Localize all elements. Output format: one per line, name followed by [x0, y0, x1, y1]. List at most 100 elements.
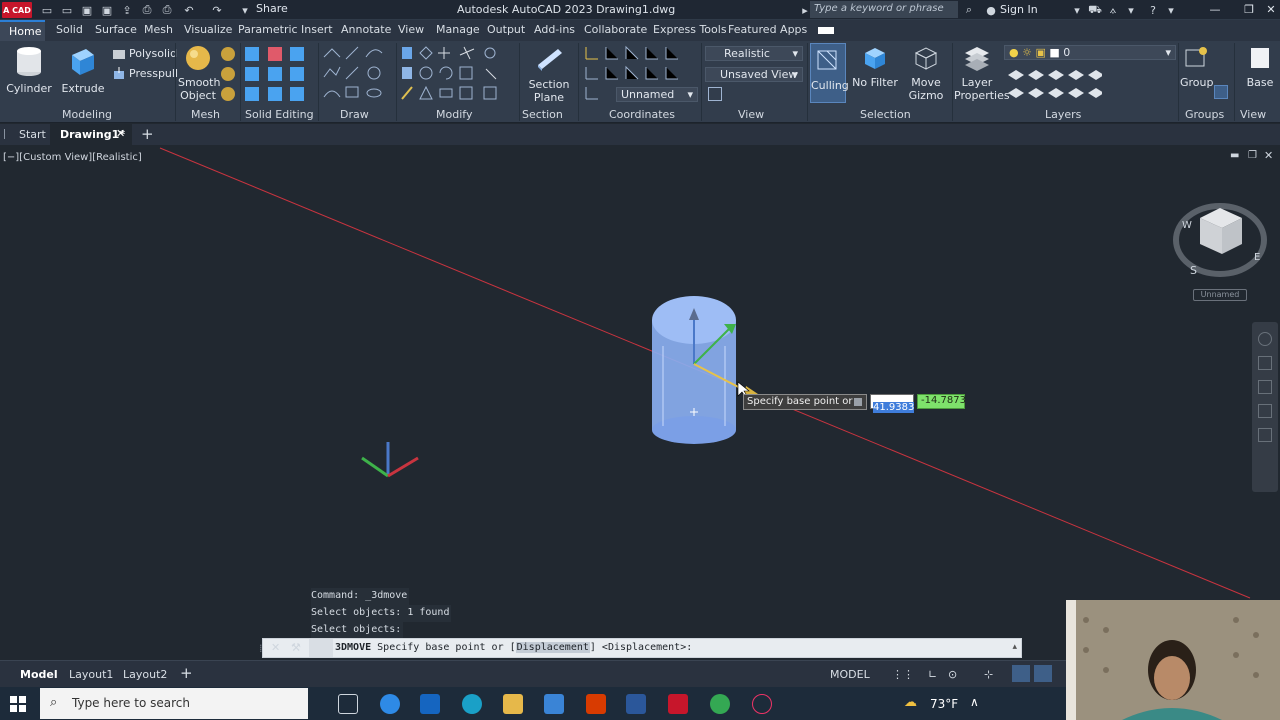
print-icon[interactable]: ⎙: [160, 2, 174, 18]
file-explorer-icon[interactable]: [503, 694, 523, 714]
named-view-dropdown[interactable]: Unsaved View ▾: [705, 67, 803, 82]
edge-icon[interactable]: [462, 694, 482, 714]
layer-tools-icons[interactable]: [1006, 67, 1102, 103]
tab-layout2[interactable]: Layout2: [123, 668, 167, 681]
smooth-object-button[interactable]: Smooth Object: [178, 45, 220, 102]
tab-layout1[interactable]: Layout1: [69, 668, 113, 681]
customize-qat-icon[interactable]: ▾: [238, 2, 252, 18]
save-icon[interactable]: ▣: [80, 2, 94, 18]
ucs-named-dropdown[interactable]: Unnamed ▾: [616, 87, 698, 102]
tab-view[interactable]: View: [398, 23, 424, 36]
command-expand-icon[interactable]: ▴: [1012, 642, 1017, 652]
draw-tools-icons[interactable]: [322, 45, 394, 105]
new-icon[interactable]: ▭: [40, 2, 54, 18]
minimize-icon[interactable]: —: [1206, 1, 1224, 18]
tab-collaborate[interactable]: Collaborate: [584, 23, 647, 36]
presspull-icon[interactable]: [112, 67, 126, 81]
tab-parametric[interactable]: Parametric: [238, 23, 298, 36]
layer-properties-button[interactable]: Layer Properties: [954, 45, 1010, 102]
extract-edges-icon[interactable]: [290, 67, 304, 81]
coordinates-panel-label[interactable]: Coordinates: [609, 108, 675, 121]
culling-button[interactable]: Culling: [810, 43, 849, 103]
group-select-icon[interactable]: [1214, 85, 1228, 99]
navigation-bar[interactable]: [1252, 322, 1278, 492]
redo-icon[interactable]: ↷: [210, 2, 224, 18]
command-prompt[interactable]: 3DMOVE Specify base point or [Displaceme…: [335, 642, 692, 653]
section-plane-button[interactable]: Section Plane: [524, 45, 574, 104]
polar-icon[interactable]: ⊙: [948, 668, 957, 681]
layer-dropdown[interactable]: ● ☼ ▣ ■ 0 ▾: [1004, 45, 1176, 60]
group-button[interactable]: Group: [1180, 45, 1214, 89]
model-space-button[interactable]: MODEL: [830, 668, 870, 681]
tab-model[interactable]: Model: [20, 668, 58, 681]
tab-home[interactable]: Home: [0, 20, 45, 41]
help-search-input[interactable]: Type a keyword or phrase: [810, 1, 958, 18]
mesh-crease-icon[interactable]: [221, 87, 235, 101]
drawing-viewport[interactable]: [−][Custom View][Realistic] ▬ ❐ ✕ S E W …: [0, 146, 1280, 660]
base-view-button[interactable]: Base: [1240, 45, 1280, 89]
close-icon[interactable]: ✕: [1262, 1, 1280, 18]
command-grip-icon[interactable]: ⁞: [259, 642, 263, 655]
view-panel-label-2[interactable]: View: [1240, 108, 1266, 121]
restore-icon[interactable]: ❐: [1240, 1, 1258, 18]
plot-icon[interactable]: ⎙: [140, 2, 154, 18]
visual-style-dropdown[interactable]: Realistic ▾: [705, 46, 803, 61]
move-gizmo-button[interactable]: Move Gizmo: [904, 45, 948, 102]
web-save-icon[interactable]: ⇪: [120, 2, 134, 18]
layers-panel-label[interactable]: Layers: [1045, 108, 1081, 121]
extrude-button[interactable]: Extrude: [60, 45, 106, 95]
polysolid-button[interactable]: Polysolid: [129, 47, 177, 60]
ortho-icon[interactable]: ∟: [928, 668, 937, 681]
dynamic-ucs-icon[interactable]: [1012, 665, 1030, 682]
help-dropdown-icon[interactable]: ▾: [1164, 2, 1178, 18]
cylinder-button[interactable]: Cylinder: [6, 45, 52, 95]
selection-panel-label[interactable]: Selection: [860, 108, 911, 121]
tab-start[interactable]: Start: [19, 128, 46, 141]
slice-icon[interactable]: [245, 67, 259, 81]
modeling-panel-label[interactable]: Modeling: [62, 108, 112, 121]
shell-icon[interactable]: [290, 87, 304, 101]
tray-arrow-icon[interactable]: ∧: [970, 695, 979, 709]
undo-icon[interactable]: ↶: [182, 2, 196, 18]
command-line[interactable]: ⁞ ✕ ⚒ 3DMOVE Specify base point or [Disp…: [259, 638, 1022, 658]
interfere-icon[interactable]: [290, 47, 304, 61]
tab-solid[interactable]: Solid: [56, 23, 83, 36]
mesh-refine-icon[interactable]: [221, 67, 235, 81]
solid-editing-panel-label[interactable]: Solid Editing: [245, 108, 314, 121]
tab-menu-icon[interactable]: [4, 129, 10, 139]
command-close-icon[interactable]: ✕: [271, 641, 280, 654]
taskbar-search-input[interactable]: Type here to search: [40, 688, 308, 719]
outlook-icon[interactable]: [420, 694, 440, 714]
tab-surface[interactable]: Surface: [95, 23, 137, 36]
selection-cycling-icon[interactable]: [1034, 665, 1052, 682]
groups-panel-label[interactable]: Groups: [1185, 108, 1224, 121]
viewport-config-icon[interactable]: [708, 87, 722, 101]
tab-express-tools[interactable]: Express Tools: [653, 23, 727, 36]
modify-panel-label[interactable]: Modify: [436, 108, 472, 121]
share-button[interactable]: Share: [256, 2, 288, 15]
mesh-sphere-icon[interactable]: [221, 47, 235, 61]
modify-tools-icons[interactable]: [400, 45, 504, 105]
user-icon[interactable]: ●: [984, 2, 998, 18]
office-icon[interactable]: [586, 694, 606, 714]
sign-in-button[interactable]: Sign In: [1000, 3, 1038, 16]
task-view-icon[interactable]: [338, 694, 358, 714]
ucs-menu-label[interactable]: Unnamed: [1193, 289, 1247, 301]
presspull-button[interactable]: Presspull: [129, 67, 178, 80]
grid-icon[interactable]: ⋮⋮: [892, 668, 914, 681]
tab-visualize[interactable]: Visualize: [184, 23, 232, 36]
displacement-option[interactable]: Displacement: [515, 642, 590, 653]
dynamic-input-x[interactable]: 41.9383: [870, 394, 915, 413]
tab-add-ins[interactable]: Add-ins: [534, 23, 575, 36]
chrome-icon[interactable]: [710, 694, 730, 714]
sign-in-dropdown-icon[interactable]: ▾: [1070, 2, 1084, 18]
autodesk-a360-icon[interactable]: ⟑: [1106, 2, 1120, 18]
weather-icon[interactable]: ☁: [904, 695, 917, 710]
union-icon[interactable]: [245, 47, 259, 61]
dropdown-icon[interactable]: ▾: [1124, 2, 1138, 18]
word-icon[interactable]: [626, 694, 646, 714]
draw-panel-label[interactable]: Draw: [340, 108, 369, 121]
snip-icon[interactable]: [752, 694, 772, 714]
thicken-icon[interactable]: [268, 67, 282, 81]
ribbon-minimize-icon[interactable]: [818, 27, 834, 34]
